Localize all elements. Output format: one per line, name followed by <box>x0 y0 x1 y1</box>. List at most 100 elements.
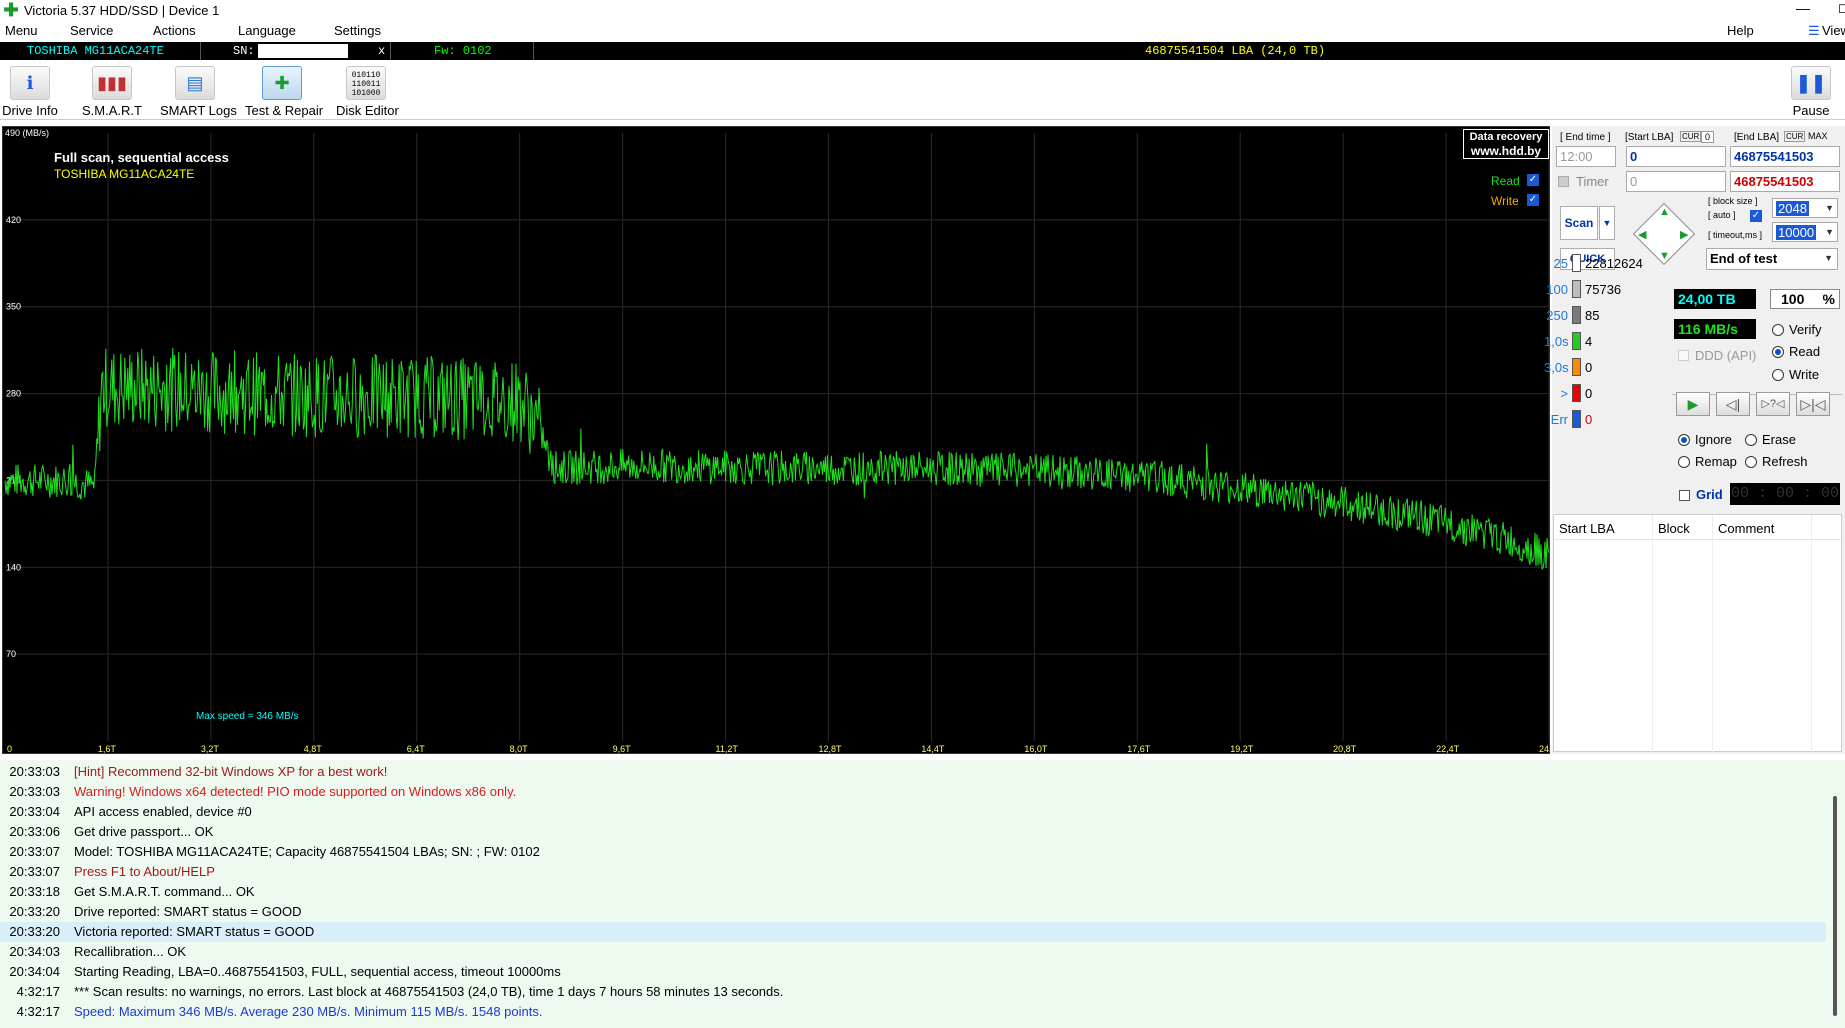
menu-item-menu[interactable]: Menu <box>5 23 38 38</box>
arrow-right-icon[interactable]: ▶ <box>1680 228 1688 241</box>
end-lba-field-2[interactable]: 46875541503 <box>1730 171 1840 192</box>
y-unit-label: 490 (MB/s) <box>5 128 50 138</box>
back-button[interactable]: ◁| <box>1716 392 1750 416</box>
counter-swatch <box>1572 332 1581 350</box>
counter-value: 22812624 <box>1585 255 1643 271</box>
log-message: Warning! Windows x64 detected! PIO mode … <box>74 784 517 799</box>
end-lba-field[interactable]: 46875541503 <box>1730 146 1840 167</box>
test-repair-button[interactable]: ✚ Test & Repair <box>245 66 323 118</box>
start-lba-field[interactable]: 0 <box>1626 146 1726 167</box>
end-time-field[interactable]: 12:00 <box>1556 146 1616 167</box>
counter-swatch <box>1572 384 1581 402</box>
log-row[interactable]: 4:32:17 *** Scan results: no warnings, no… <box>0 982 1826 1002</box>
menu-item-help[interactable]: Help <box>1727 23 1754 38</box>
sn-close[interactable]: x <box>378 44 385 58</box>
x-tick-label: 24,0T <box>1539 744 1551 754</box>
read-radio[interactable]: Read <box>1772 344 1820 359</box>
counter-value: 0 <box>1585 359 1593 375</box>
counter-key: 250 <box>1546 307 1568 323</box>
maximize-icon[interactable]: ◻ <box>1838 0 1845 16</box>
verify-radio[interactable]: Verify <box>1772 322 1822 337</box>
toolbar: ℹ Drive Info ▮▮▮ S.M.A.R.T ▤ SMART Logs … <box>0 62 1845 120</box>
smart-button[interactable]: ▮▮▮ S.M.A.R.T <box>80 66 144 118</box>
log-scrollbar[interactable] <box>1830 760 1845 1028</box>
start-offset[interactable]: 0 <box>1701 131 1715 143</box>
scan-dropdown-icon[interactable]: ▼ <box>1599 206 1615 240</box>
disk-editor-button[interactable]: 010110 110011 101000 Disk Editor <box>336 66 399 118</box>
speed-chart-svg: 420350280210140700 1,6T 3,2T 4,8T 6,4T 8,0T 9,… <box>4 133 1551 754</box>
log-row[interactable]: 20:33:20 Drive reported: SMART status = G… <box>0 902 1826 922</box>
log-message: Get S.M.A.R.T. command... OK <box>74 884 255 899</box>
play-button[interactable]: ▶ <box>1676 392 1710 416</box>
log-time: 4:32:17 <box>16 1004 60 1019</box>
write-radio[interactable]: Write <box>1772 367 1819 382</box>
remap-radio[interactable]: Remap <box>1678 454 1737 469</box>
scan-button[interactable]: Scan <box>1560 206 1598 240</box>
ddd-checkbox[interactable] <box>1678 350 1689 361</box>
col-comment[interactable]: Comment <box>1718 521 1774 536</box>
auto-checkbox[interactable]: ✓ <box>1750 210 1762 222</box>
view-icon[interactable]: ☰ <box>1808 23 1820 39</box>
block-size-select[interactable]: 2048 ▼ <box>1772 198 1838 218</box>
skip-unknown-button[interactable]: ▷?◁ <box>1756 392 1790 416</box>
menu-item-settings[interactable]: Settings <box>334 23 381 38</box>
counter-key: 25 <box>1553 255 1568 271</box>
to-end-button[interactable]: ▷|◁ <box>1796 392 1830 416</box>
ignore-radio[interactable]: Ignore <box>1678 432 1732 447</box>
log-message: Speed: Maximum 346 MB/s. Average 230 MB/… <box>74 1004 543 1019</box>
erase-radio[interactable]: Erase <box>1745 432 1796 447</box>
max-button[interactable]: MAX <box>1808 131 1828 141</box>
x-tick-label: 3,2T <box>201 744 220 754</box>
grid-label: Grid <box>1696 487 1723 502</box>
log-row[interactable]: 4:32:17 Speed: Maximum 346 MB/s. Average … <box>0 1002 1826 1022</box>
counter-row: >0 <box>1544 384 1592 402</box>
cur-button[interactable]: CUR <box>1680 131 1702 142</box>
y-tick-label: 140 <box>6 562 21 572</box>
grid-checkbox[interactable] <box>1679 490 1690 501</box>
col-block[interactable]: Block <box>1658 521 1690 536</box>
sn-redacted <box>258 44 348 58</box>
timer-field[interactable]: 0 <box>1626 171 1726 192</box>
log-row[interactable]: 20:33:03 [Hint] Recommend 32-bit Windows … <box>0 762 1826 782</box>
arrow-up-icon[interactable]: ▲ <box>1659 206 1670 218</box>
drive-info-bar: TOSHIBA MG11ACA24TE SN: x Fw: 0102 46875… <box>0 42 1845 60</box>
counter-key: 1,0s <box>1544 333 1569 349</box>
legend-write-checkbox[interactable]: ✓ <box>1527 194 1539 206</box>
arrow-left-icon[interactable]: ◀ <box>1638 228 1646 241</box>
smart-logs-button[interactable]: ▤ SMART Logs <box>160 66 237 118</box>
arrow-down-icon[interactable]: ▼ <box>1659 250 1670 262</box>
counter-swatch <box>1572 280 1581 298</box>
minimize-icon[interactable]: — <box>1796 0 1810 16</box>
log-row[interactable]: 20:33:06 Get drive passport... OK <box>0 822 1826 842</box>
log-row[interactable]: 20:34:03 Recallibration... OK <box>0 942 1826 962</box>
percent-box: 100% <box>1770 289 1840 309</box>
x-tick-label: 14,4T <box>921 744 945 754</box>
log-row[interactable]: 20:34:04 Starting Reading, LBA=0..4687554… <box>0 962 1826 982</box>
col-start-lba[interactable]: Start LBA <box>1559 521 1615 536</box>
timeout-select[interactable]: 10000 ▼ <box>1772 222 1838 242</box>
refresh-radio[interactable]: Refresh <box>1745 454 1808 469</box>
log-row[interactable]: 20:33:18 Get S.M.A.R.T. command... OK <box>0 882 1826 902</box>
menu-item-language[interactable]: Language <box>238 23 296 38</box>
log-time: 20:33:07 <box>9 844 60 859</box>
end-cur-button[interactable]: CUR <box>1784 131 1806 142</box>
log-row[interactable]: 20:33:03 Warning! Windows x64 detected! P… <box>0 782 1826 802</box>
drive-info-button[interactable]: ℹ Drive Info <box>2 66 58 118</box>
log-row[interactable]: 20:33:07 Press F1 to About/HELP <box>0 862 1826 882</box>
timeout-dropdown-icon: ▼ <box>1825 227 1834 237</box>
pause-button[interactable]: ❚❚ Pause <box>1786 66 1836 118</box>
graph-device: TOSHIBA MG11ACA24TE <box>54 167 195 181</box>
menu-item-view[interactable]: View <box>1822 23 1845 38</box>
end-of-test-dropdown-icon: ▼ <box>1824 253 1833 263</box>
timer-checkbox[interactable] <box>1558 176 1569 187</box>
info-icon: ℹ <box>10 66 50 100</box>
legend-read-checkbox[interactable]: ✓ <box>1527 174 1539 186</box>
menu-item-service[interactable]: Service <box>70 23 113 38</box>
end-of-test-select[interactable]: End of test ▼ <box>1706 248 1838 270</box>
log-row[interactable]: 20:33:20 Victoria reported: SMART status … <box>0 922 1826 942</box>
log-row[interactable]: 20:33:04 API access enabled, device #0 <box>0 802 1826 822</box>
menu-item-actions[interactable]: Actions <box>153 23 196 38</box>
menu-bar: Menu Service Actions Language Settings H… <box>0 20 1845 42</box>
title-bar: ✚ Victoria 5.37 HDD/SSD | Device 1 — ◻ <box>0 0 1845 20</box>
log-row[interactable]: 20:33:07 Model: TOSHIBA MG11ACA24TE; Capa… <box>0 842 1826 862</box>
